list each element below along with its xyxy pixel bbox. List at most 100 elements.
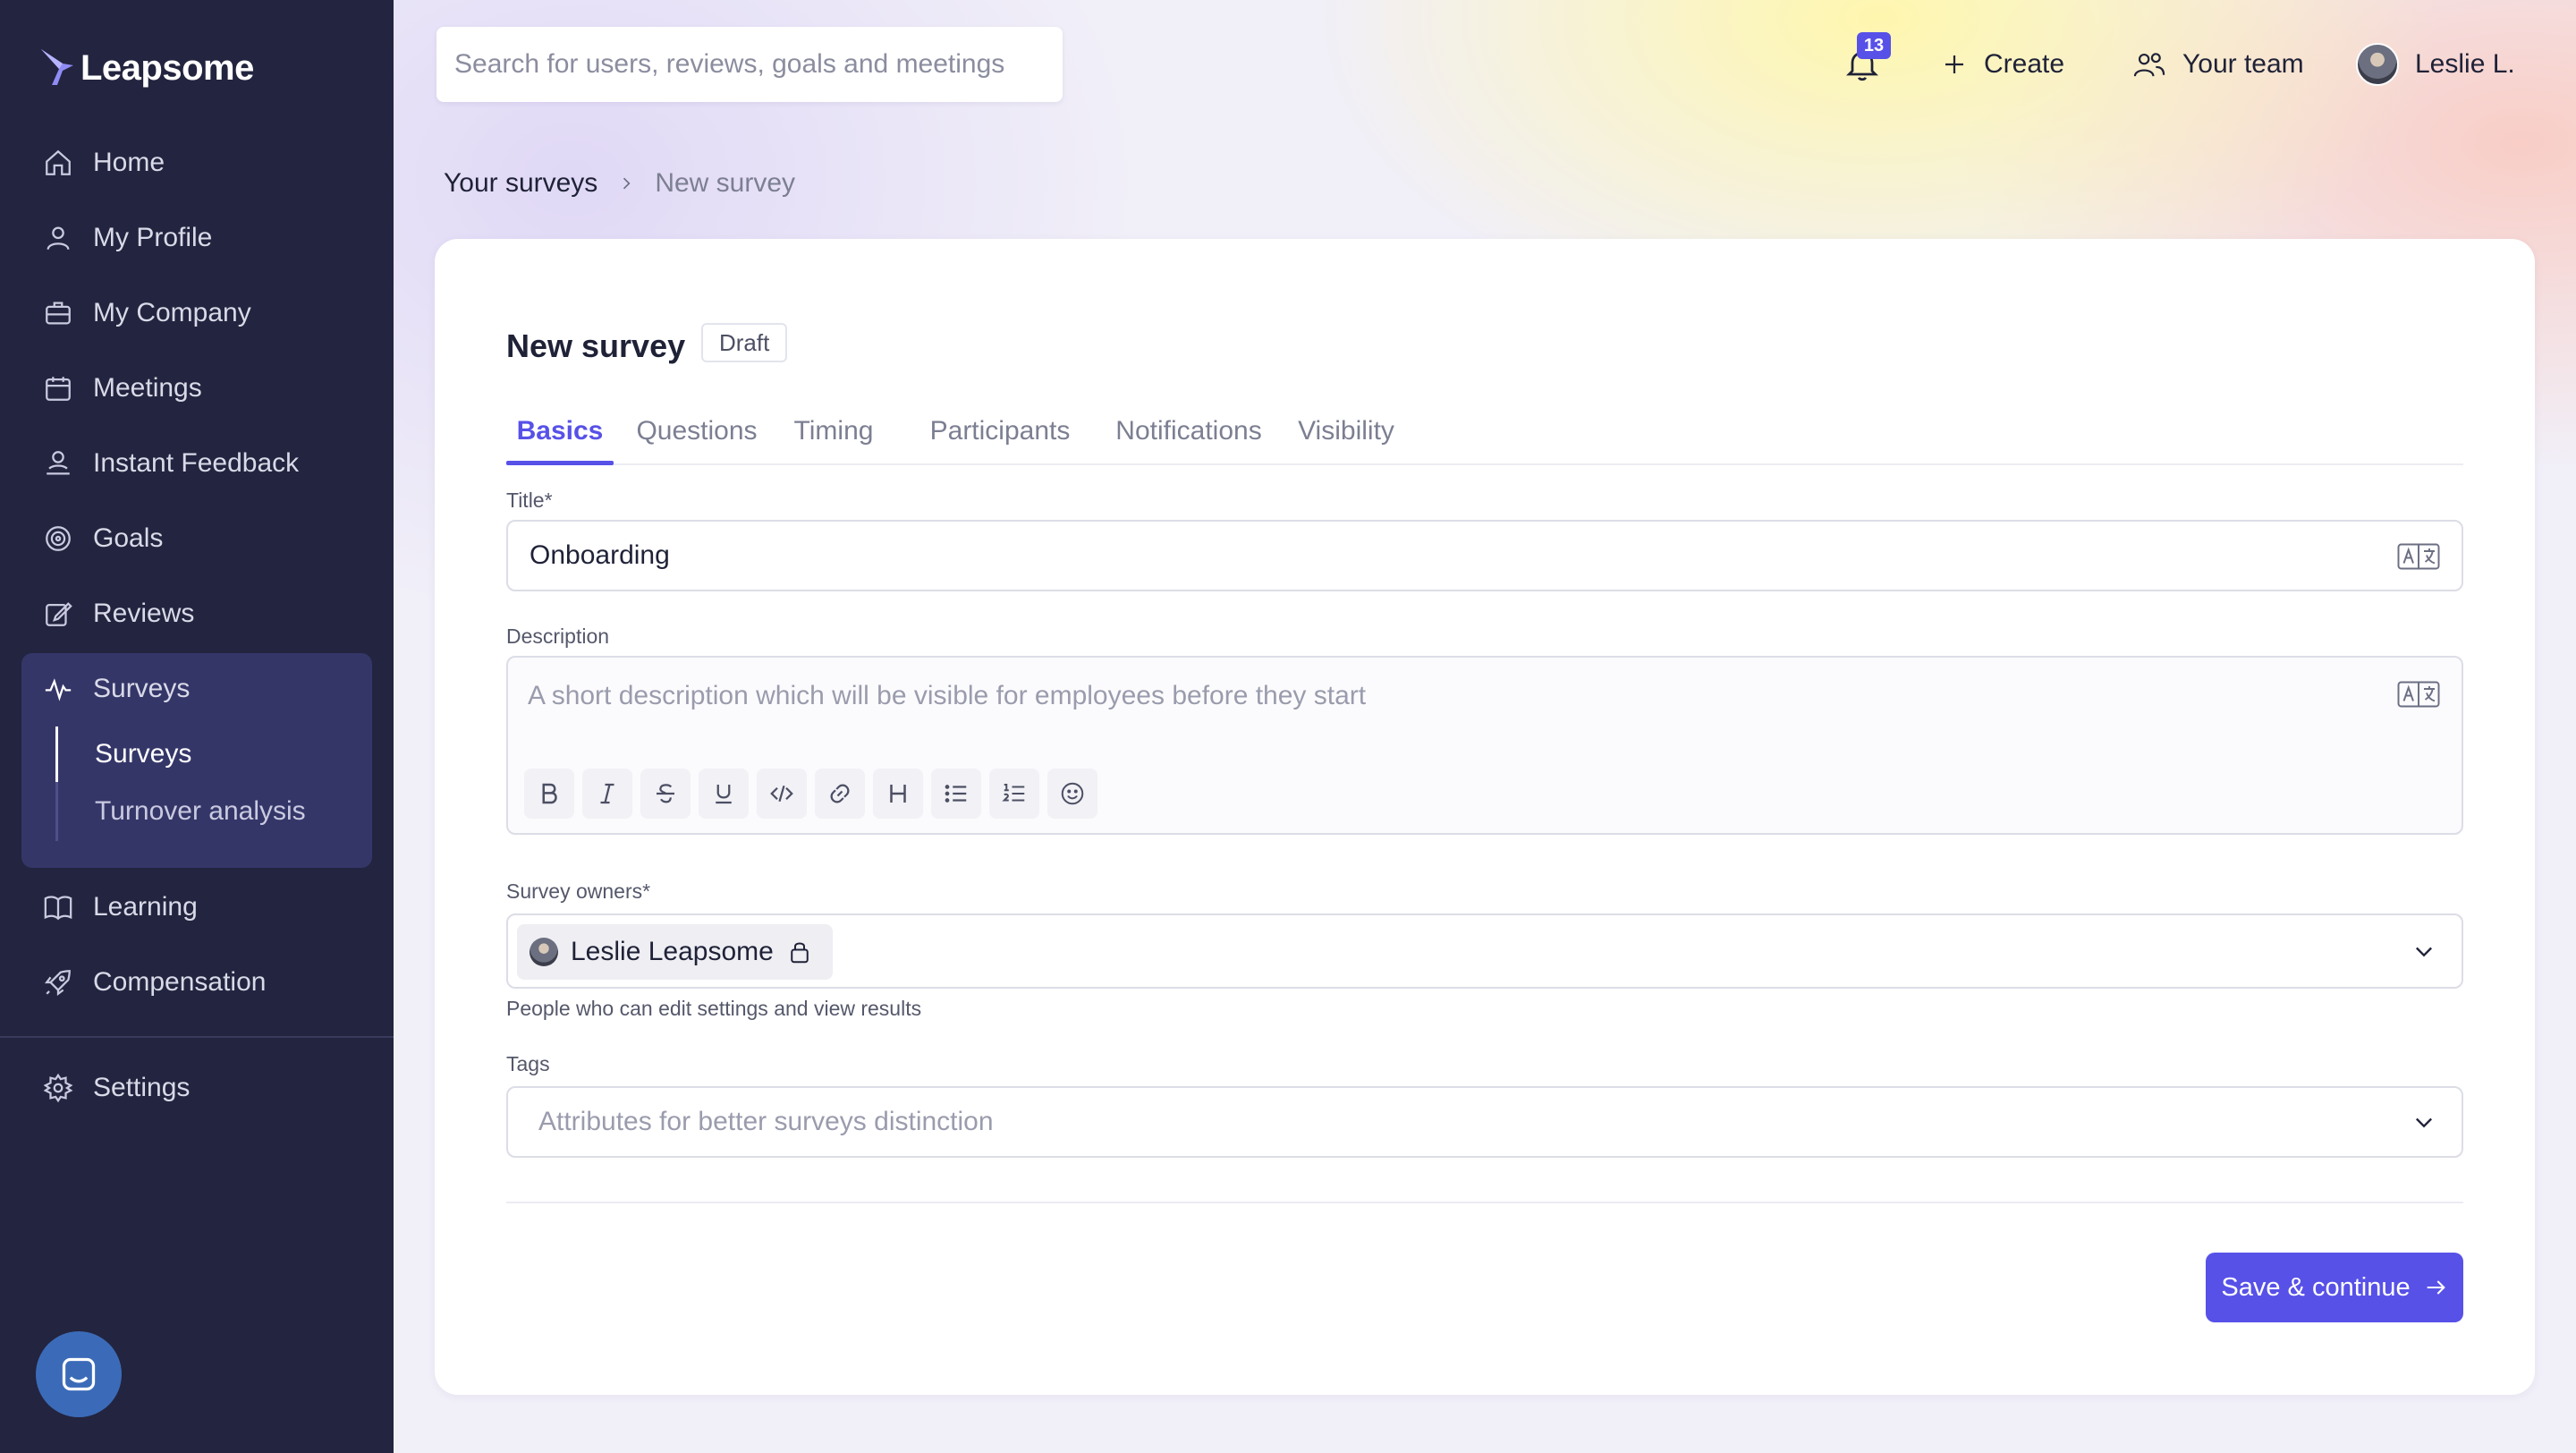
tab-basics[interactable]: Basics: [506, 399, 614, 465]
sidebar-item-label: Home: [93, 148, 165, 177]
code-button[interactable]: [757, 769, 807, 819]
sidebar-item-settings[interactable]: Settings: [43, 1063, 190, 1113]
numbered-list-icon: [1002, 784, 1025, 802]
sidebar-item-label: Compensation: [93, 967, 267, 997]
save-continue-button[interactable]: Save & continue: [2206, 1253, 2463, 1322]
user-name: Leslie L.: [2415, 49, 2515, 79]
italic-icon: [600, 783, 614, 804]
status-badge: Draft: [701, 323, 788, 362]
chat-icon: [62, 1357, 96, 1391]
sidebar-divider: [0, 1036, 394, 1038]
tags-placeholder: Attributes for better surveys distinctio…: [538, 1107, 994, 1136]
user-menu-button[interactable]: Leslie L.: [2356, 39, 2515, 89]
heading-icon: [890, 785, 906, 803]
sidebar-item-learning[interactable]: Learning: [43, 882, 198, 932]
user-icon: [47, 226, 70, 251]
sidebar-item-compensation[interactable]: Compensation: [43, 957, 266, 1007]
italic-button[interactable]: [582, 769, 632, 819]
translate-icon[interactable]: [2397, 543, 2440, 570]
form-divider: [506, 1202, 2463, 1203]
sidebar-subitem-turnover-analysis[interactable]: Turnover analysis: [95, 789, 306, 834]
leapsome-logo[interactable]: Leapsome: [39, 43, 254, 93]
translate-icon[interactable]: [2397, 681, 2440, 708]
sidebar-item-label: Settings: [93, 1073, 191, 1102]
sidebar-item-reviews[interactable]: Reviews: [43, 589, 194, 639]
sidebar-item-label: My Profile: [93, 223, 213, 252]
sidebar-item-home[interactable]: Home: [43, 138, 165, 188]
strikethrough-icon: [657, 784, 674, 803]
bold-icon: [542, 783, 557, 804]
underline-icon: [716, 785, 732, 804]
sidebar-item-label: Meetings: [93, 373, 202, 403]
sidebar-item-meetings[interactable]: Meetings: [43, 363, 202, 413]
avatar: [530, 938, 558, 966]
app-name: Leapsome: [80, 47, 254, 88]
description-editor[interactable]: A short description which will be visibl…: [506, 656, 2463, 835]
chat-support-button[interactable]: [36, 1331, 122, 1417]
target-icon: [46, 526, 71, 551]
sidebar-item-surveys[interactable]: Surveys: [43, 664, 190, 714]
tab-participants[interactable]: Participants: [905, 399, 1095, 463]
title-input[interactable]: Onboarding: [506, 520, 2463, 591]
avatar: [2356, 43, 2399, 86]
global-search-input[interactable]: [436, 27, 1063, 102]
lock-icon: [791, 942, 809, 964]
sidebar-item-label: My Company: [93, 298, 251, 327]
tab-notifications[interactable]: Notifications: [1084, 399, 1293, 463]
book-icon: [44, 896, 72, 921]
numbered-list-button[interactable]: [989, 769, 1039, 819]
breadcrumb: Your surveys New survey: [444, 161, 795, 206]
owner-chip: Leslie Leapsome: [517, 924, 833, 980]
owner-name: Leslie Leapsome: [571, 937, 774, 966]
bullet-list-button[interactable]: [931, 769, 981, 819]
gear-icon: [43, 1073, 73, 1103]
chevron-down-icon[interactable]: [2411, 939, 2436, 964]
survey-owners-select[interactable]: Leslie Leapsome: [506, 913, 2463, 989]
submenu-active-indicator: [55, 726, 58, 782]
tab-label: Basics: [516, 416, 604, 446]
description-placeholder: A short description which will be visibl…: [528, 681, 1367, 710]
survey-tabs: Basics Questions Timing Participants Not…: [506, 399, 2463, 465]
plus-icon: [1945, 55, 1963, 73]
heading-button[interactable]: [873, 769, 923, 819]
title-label: Title*: [506, 489, 553, 512]
emoji-button[interactable]: [1047, 769, 1097, 819]
feedback-icon: [47, 451, 70, 475]
sidebar-item-my-company[interactable]: My Company: [43, 288, 251, 338]
your-team-button[interactable]: Your team: [2132, 39, 2304, 89]
tab-questions[interactable]: Questions: [633, 399, 760, 463]
breadcrumb-your-surveys[interactable]: Your surveys: [444, 168, 597, 199]
active-tab-indicator: [506, 461, 614, 465]
pulse-icon: [45, 678, 72, 701]
code-icon: [770, 785, 793, 803]
tags-label: Tags: [506, 1052, 550, 1075]
sidebar-item-goals[interactable]: Goals: [43, 514, 163, 564]
edit-icon: [46, 602, 72, 626]
tags-select[interactable]: Attributes for better surveys distinctio…: [506, 1086, 2463, 1158]
leapsome-bird-icon: [41, 49, 73, 85]
bold-button[interactable]: [524, 769, 574, 819]
create-button[interactable]: Create: [1941, 39, 2064, 89]
breadcrumb-current: New survey: [655, 168, 796, 198]
chevron-right-icon: [623, 177, 631, 190]
briefcase-icon: [46, 302, 71, 325]
save-continue-label: Save & continue: [2221, 1272, 2411, 1302]
chevron-down-icon[interactable]: [2411, 1109, 2436, 1134]
title-value: Onboarding: [530, 540, 670, 570]
sidebar-item-label: Surveys: [93, 674, 191, 703]
sidebar-subitem-surveys[interactable]: Surveys: [95, 732, 191, 777]
your-team-label: Your team: [2182, 49, 2304, 79]
sidebar-item-my-profile[interactable]: My Profile: [43, 213, 212, 263]
sidebar-item-label: Learning: [93, 892, 198, 922]
underline-button[interactable]: [699, 769, 749, 819]
sidebar-item-label: Reviews: [93, 599, 195, 628]
strikethrough-button[interactable]: [640, 769, 691, 819]
page-title: New survey: [506, 327, 686, 364]
tab-timing[interactable]: Timing: [787, 399, 880, 463]
arrow-right-icon: [2427, 1280, 2445, 1295]
sidebar-item-instant-feedback[interactable]: Instant Feedback: [43, 438, 299, 489]
home-icon: [46, 149, 71, 175]
sidebar-item-label: Instant Feedback: [93, 448, 300, 478]
link-button[interactable]: [815, 769, 865, 819]
tab-visibility[interactable]: Visibility: [1268, 399, 1424, 463]
